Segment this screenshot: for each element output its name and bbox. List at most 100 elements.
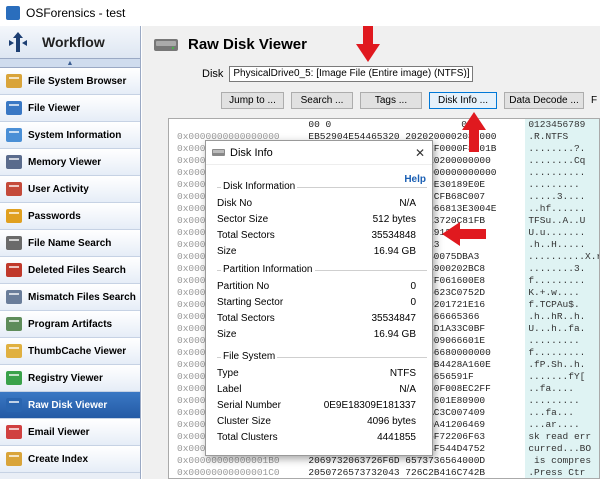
sidebar-item-user-activity[interactable]: User Activity bbox=[0, 176, 140, 203]
window-title: OSForensics - test bbox=[26, 6, 126, 20]
tags-button[interactable]: Tags ... bbox=[360, 92, 422, 109]
info-value: 35534847 bbox=[371, 313, 417, 324]
info-row: Type NTFS bbox=[217, 368, 416, 379]
sidebar-item-label: ThumbCache Viewer bbox=[28, 345, 127, 357]
workflow-header: Workflow bbox=[0, 26, 140, 58]
sidebar-item-label: Raw Disk Viewer bbox=[28, 399, 108, 411]
hex-ascii: ..fa.... bbox=[525, 383, 599, 395]
search-button[interactable]: Search ... bbox=[291, 92, 353, 109]
hex-ascii: .......fY[ bbox=[525, 371, 599, 383]
sidebar-item-deleted-files-search[interactable]: Deleted Files Search bbox=[0, 257, 140, 284]
tool-icon bbox=[6, 263, 22, 277]
info-value: N/A bbox=[399, 384, 416, 395]
workflow-title: Workflow bbox=[42, 34, 105, 50]
sidebar-item-file-system-browser[interactable]: File System Browser bbox=[0, 68, 140, 95]
info-key: Label bbox=[217, 384, 242, 395]
info-value: 0 bbox=[410, 297, 416, 308]
sidebar-item-system-information[interactable]: System Information bbox=[0, 122, 140, 149]
info-value: NTFS bbox=[389, 368, 416, 379]
help-link[interactable]: Help bbox=[404, 174, 426, 185]
jump-to-button[interactable]: Jump to ... bbox=[221, 92, 284, 109]
info-key: Type bbox=[217, 368, 239, 379]
hex-ascii: ......... bbox=[525, 395, 599, 407]
info-key: Total Sectors bbox=[217, 313, 275, 324]
hex-header-bytes: 00 008 bbox=[308, 119, 472, 130]
sidebar-item-mismatch-files-search[interactable]: Mismatch Files Search bbox=[0, 284, 140, 311]
info-key: Cluster Size bbox=[217, 416, 271, 427]
sidebar-item-label: File Name Search bbox=[28, 237, 112, 249]
sidebar-item-passwords[interactable]: Passwords bbox=[0, 203, 140, 230]
hex-ascii: .......... bbox=[525, 167, 599, 179]
workflow-icon bbox=[9, 32, 27, 52]
hex-bytes: 2069732063726F6D 6573736564000D bbox=[308, 455, 486, 466]
tool-icon bbox=[6, 182, 22, 196]
hex-ascii: ........Cq bbox=[525, 155, 599, 167]
disk-select[interactable]: PhysicalDrive0_5: [Image File (Entire im… bbox=[229, 66, 474, 82]
info-row: Total Sectors 35534847 bbox=[217, 313, 416, 324]
sidebar-item-label: Memory Viewer bbox=[28, 156, 102, 168]
hex-ascii: f.TCPAu$. bbox=[525, 299, 599, 311]
sidebar-item-thumbcache-viewer[interactable]: ThumbCache Viewer bbox=[0, 338, 140, 365]
close-icon[interactable]: ✕ bbox=[408, 146, 432, 160]
hex-ascii: ........3. bbox=[525, 263, 599, 275]
hex-ascii: U...h..fa. bbox=[525, 323, 599, 335]
info-row: Serial Number 0E9E18309E181337 bbox=[217, 400, 416, 411]
disk-selector-row: Disk PhysicalDrive0_5: [Image File (Enti… bbox=[202, 66, 474, 82]
info-key: Starting Sector bbox=[217, 297, 284, 308]
info-value: 35534848 bbox=[371, 230, 417, 241]
hex-header-offset bbox=[169, 119, 308, 131]
toolbar-trailing-text: F bbox=[591, 95, 598, 106]
tool-icon bbox=[6, 317, 22, 331]
dialog-group: Disk Information bbox=[217, 181, 427, 192]
sidebar-item-email-viewer[interactable]: Email Viewer bbox=[0, 419, 140, 446]
info-key: Total Clusters bbox=[217, 432, 278, 443]
info-key: Total Sectors bbox=[217, 230, 275, 241]
info-value: 16.94 GB bbox=[373, 246, 416, 257]
group-title: Partition Information bbox=[221, 264, 315, 275]
info-row: Label N/A bbox=[217, 384, 416, 395]
hex-header: 00 008 0123456789 bbox=[169, 119, 599, 131]
sidebar-item-label: File System Browser bbox=[28, 75, 127, 87]
sidebar-item-label: File Viewer bbox=[28, 102, 81, 114]
hex-ascii: ........?. bbox=[525, 143, 599, 155]
sidebar-item-label: Deleted Files Search bbox=[28, 264, 126, 276]
sidebar-item-registry-viewer[interactable]: Registry Viewer bbox=[0, 365, 140, 392]
disk-info-button[interactable]: Disk Info ... bbox=[429, 92, 497, 109]
sidebar-item-label: System Information bbox=[28, 129, 122, 141]
hex-ascii: ..hf...... bbox=[525, 203, 599, 215]
info-row: Size 16.94 GB bbox=[217, 246, 416, 257]
disk-info-dialog: Disk Info ✕ Help Disk Information Disk No… bbox=[205, 140, 433, 456]
tool-icon bbox=[6, 290, 22, 304]
dialog-group: Partition Information bbox=[217, 264, 427, 275]
hex-ascii: f......... bbox=[525, 275, 599, 287]
sidebar-item-file-name-search[interactable]: File Name Search bbox=[0, 230, 140, 257]
tool-icon bbox=[6, 101, 22, 115]
dialog-group: File System bbox=[217, 351, 427, 362]
info-key: Sector Size bbox=[217, 214, 269, 225]
info-key: Partition No bbox=[217, 281, 270, 292]
sidebar-item-program-artifacts[interactable]: Program Artifacts bbox=[0, 311, 140, 338]
info-row: Starting Sector 0 bbox=[217, 297, 416, 308]
hex-ascii: .Press Ctr bbox=[525, 467, 599, 478]
sidebar-item-file-viewer[interactable]: File Viewer bbox=[0, 95, 140, 122]
sidebar-item-memory-viewer[interactable]: Memory Viewer bbox=[0, 149, 140, 176]
sidebar-item-raw-disk-viewer[interactable]: Raw Disk Viewer bbox=[0, 392, 140, 419]
sidebar-item-create-index[interactable]: Create Index bbox=[0, 446, 140, 473]
data-decode-button[interactable]: Data Decode ... bbox=[504, 92, 584, 109]
title-bar: OSForensics - test bbox=[0, 0, 600, 26]
sidebar-item-label: Email Viewer bbox=[28, 426, 90, 438]
hex-ascii: .fP.Sh..h. bbox=[525, 359, 599, 371]
sidebar-item-label: Registry Viewer bbox=[28, 372, 103, 384]
annotation-arrow-up-icon bbox=[462, 112, 486, 152]
tool-icon bbox=[6, 452, 22, 466]
sidebar-list: File System Browser File Viewer System Inf… bbox=[0, 68, 140, 473]
sidebar-scroll-up[interactable]: ▲ bbox=[0, 58, 140, 68]
hex-ascii: .h..H..... bbox=[525, 239, 599, 251]
info-key: Size bbox=[217, 329, 237, 340]
page-title: Raw Disk Viewer bbox=[188, 35, 307, 53]
info-value: 4096 bytes bbox=[367, 416, 416, 427]
hex-bytes: 2050726573732043 726C2B416C742B bbox=[308, 467, 486, 478]
disk-icon bbox=[212, 149, 225, 156]
sidebar-item-label: Create Index bbox=[28, 453, 89, 465]
tool-icon bbox=[6, 425, 22, 439]
